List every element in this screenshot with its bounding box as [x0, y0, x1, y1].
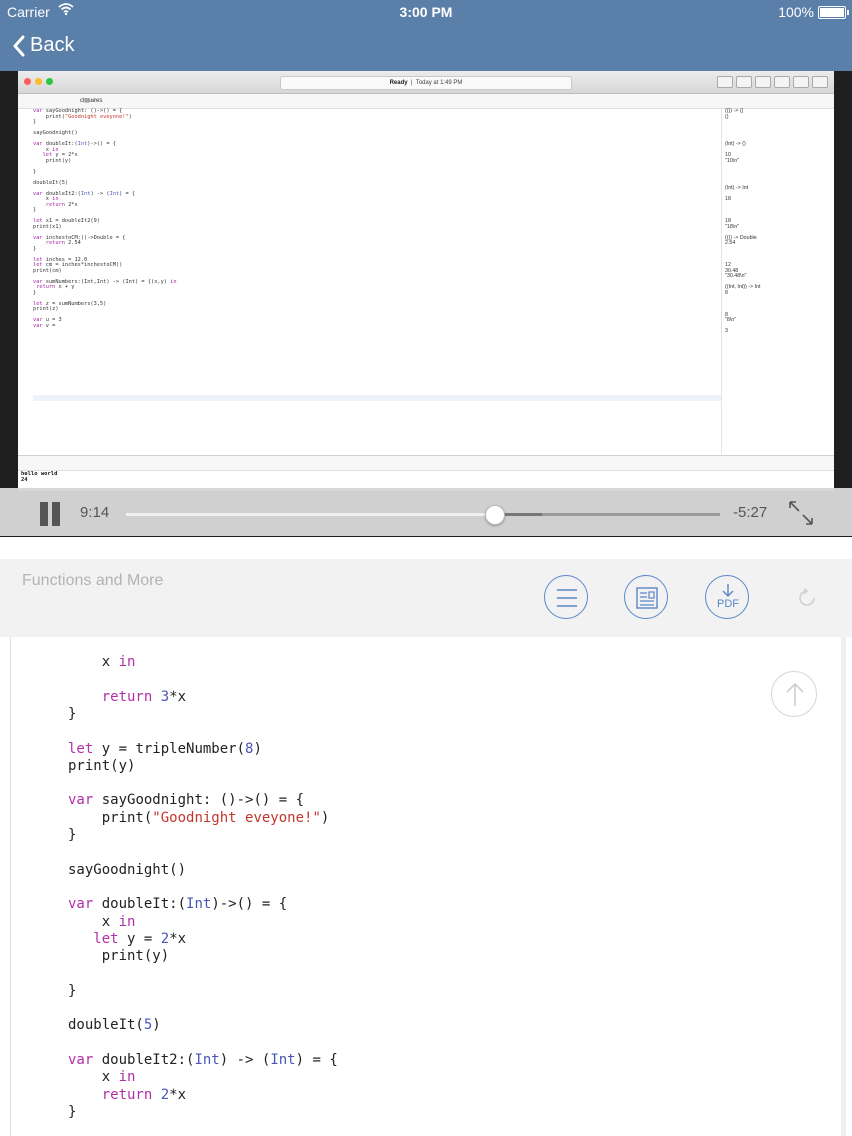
arrow-up-icon: [786, 682, 804, 706]
xcode-console-bar: [18, 455, 834, 471]
code-line: sayGoodnight(): [68, 861, 187, 878]
xcode-playground-code: var sayGoodnight: ()->() = { print("Good…: [33, 108, 177, 329]
xcode-console-output: hello world 24: [21, 471, 58, 483]
back-label: Back: [30, 34, 75, 56]
code-line: x in: [68, 654, 136, 670]
code-line: return 2*x: [101, 1086, 187, 1103]
seek-slider[interactable]: [126, 505, 720, 525]
code-line: x in: [68, 913, 136, 930]
document-scrollbar[interactable]: [841, 637, 846, 1136]
video-controls: 9:14 -5:27: [0, 488, 852, 536]
download-pdf-button[interactable]: PDF: [705, 575, 749, 619]
pdf-label: PDF: [717, 598, 739, 610]
scroll-to-top-button[interactable]: [771, 671, 817, 717]
refresh-icon[interactable]: [794, 585, 820, 611]
code-line: }: [68, 705, 77, 722]
xcode-toolbar: Ready | Today at 1:49 PM: [18, 71, 834, 94]
chevron-left-icon: [13, 35, 25, 56]
code-line: let y = 2*x: [93, 930, 187, 947]
xcode-status: Ready | Today at 1:49 PM: [280, 76, 572, 90]
code-line: print(y): [68, 948, 170, 965]
code-line: }: [68, 982, 77, 999]
code-line: print(y): [68, 757, 136, 774]
video-frame-xcode: Ready | Today at 1:49 PM ▦ ‹ › closures v…: [18, 71, 834, 491]
document-icon: [636, 587, 658, 609]
lesson-title: Functions and More: [22, 572, 164, 589]
pause-button[interactable]: [38, 502, 62, 526]
lesson-toolbar: Functions and More PDF: [0, 559, 852, 637]
battery-percent: 100%: [778, 4, 814, 20]
code-line: }: [68, 1103, 77, 1120]
lesson-document[interactable]: x in return 3*x} let y = tripleNumber(8) p…: [10, 637, 847, 1136]
code-line: var doubleIt2:(Int) -> (Int) = {: [68, 1051, 338, 1068]
code-line: print("Goodnight eveyone!"): [68, 809, 330, 826]
code-line: doubleIt(5): [68, 1017, 161, 1034]
code-line: var doubleIt:(Int)->() = {: [68, 896, 288, 913]
video-player[interactable]: Ready | Today at 1:49 PM ▦ ‹ › closures v…: [0, 71, 852, 537]
menu-list-button[interactable]: [544, 575, 588, 619]
xcode-results-sidebar: (()) -> () () (Int) -> () 10 "10\n" (Int…: [721, 108, 834, 454]
clock: 3:00 PM: [399, 4, 453, 20]
code-line: x in: [68, 1069, 136, 1086]
code-line: let y = tripleNumber(8): [68, 740, 262, 757]
back-button[interactable]: Back: [12, 34, 74, 57]
fullscreen-expand-icon[interactable]: [788, 500, 814, 526]
code-line: var sayGoodnight: ()->() = {: [68, 792, 305, 809]
code-line: }: [68, 827, 77, 843]
navigation-bar: Carrier 3:00 PM 100% Back: [0, 0, 852, 71]
code-line: return 3*x: [101, 688, 187, 705]
status-bar: Carrier 3:00 PM 100%: [0, 0, 852, 24]
document-button[interactable]: [624, 575, 668, 619]
seek-thumb[interactable]: [485, 505, 506, 525]
elapsed-time: 9:14: [80, 504, 110, 521]
menu-list-icon: [557, 589, 577, 607]
remaining-time: -5:27: [733, 504, 768, 521]
battery-icon: [818, 6, 849, 19]
xcode-jump-bar: ▦ ‹ › closures: [18, 94, 834, 109]
